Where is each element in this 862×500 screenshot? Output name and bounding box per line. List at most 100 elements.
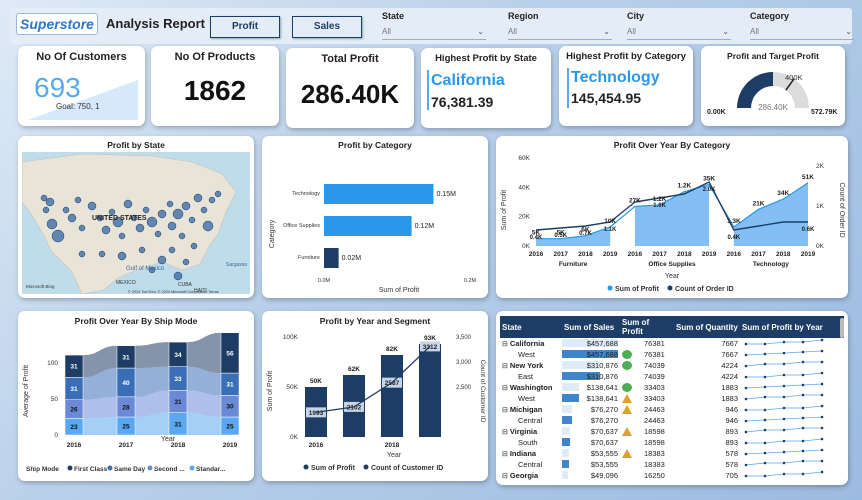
sparkline-point (801, 439, 805, 443)
profit-value: 18598 (644, 426, 665, 436)
top-state-name: California (431, 72, 505, 89)
sparkline-point (782, 439, 786, 443)
sparkline-point (782, 417, 786, 421)
gauge-center-label: 286.40K (758, 103, 788, 112)
trend-y2tick: 1K (816, 203, 825, 210)
trend-xtick: 2018 (677, 251, 692, 258)
quantity-cell: 7667 (721, 339, 738, 348)
category-value-label: 0.15M (437, 191, 457, 198)
sparkline-point (763, 428, 767, 432)
col-sales[interactable]: Sum of Sales (562, 316, 620, 338)
segment-xtick: 2018 (385, 442, 400, 449)
profit-value: 24463 (644, 415, 665, 425)
col-state[interactable]: State (500, 316, 562, 338)
segment-combo-chart[interactable]: Sum of Profit Count of Customer ID Year … (262, 325, 488, 481)
sparkline-cell (740, 404, 844, 415)
shipmode-legend-item: Same Day (114, 466, 145, 473)
sales-databar (562, 405, 572, 413)
sales-page-button[interactable]: Sales (292, 16, 362, 38)
col-profit[interactable]: Sum of Profit (620, 316, 674, 338)
collapse-icon[interactable]: ⊟ (502, 385, 510, 392)
state-filter-value: All (382, 27, 391, 36)
sparkline-point (801, 449, 805, 453)
profit-page-button[interactable]: Profit (210, 16, 280, 38)
sparkline-point (744, 463, 748, 467)
sales-cell: $53,555 (562, 448, 620, 459)
map-bubble (168, 246, 176, 254)
table-row[interactable]: ⊟ Indiana $53,555 18383 578 (500, 448, 844, 459)
shipmode-value: 31 (174, 399, 182, 406)
sparkline-point (763, 362, 767, 366)
table-row[interactable]: ⊟ New York $310,876 74039 4224 (500, 360, 844, 371)
map-bubble (46, 218, 58, 230)
trend-xtick: 2018 (578, 251, 593, 258)
category-trend-chart[interactable]: Sum of Profit Count of Order ID Year Sum… (496, 150, 848, 298)
trend-xtick: 2018 (776, 251, 791, 258)
sparkline-point (763, 474, 767, 478)
category-filter-select[interactable]: All ⌄ (750, 26, 854, 40)
table-row[interactable]: ⊟ Georgia $49,096 16250 705 (500, 470, 844, 480)
collapse-icon[interactable]: ⊟ (502, 341, 510, 348)
col-quantity[interactable]: Sum of Quantity (674, 316, 740, 338)
segment-bar-label: 82K (386, 346, 398, 353)
region-filter[interactable]: Region All ⌄ (508, 11, 612, 40)
trend-xtick: 2019 (603, 251, 618, 258)
chevron-down-icon: ⌄ (477, 27, 484, 36)
table-row[interactable]: West $138,641 33403 1883 (500, 393, 844, 404)
category-chart-xlabel: Sum of Profit (379, 287, 420, 294)
quantity-cell: 893 (725, 427, 738, 436)
quantity-cell: 578 (725, 460, 738, 469)
sparkline-point (744, 419, 748, 423)
table-row[interactable]: Central $76,270 24463 946 (500, 415, 844, 426)
state-name: West (518, 350, 535, 359)
category-bar-chart[interactable]: Category Sum of Profit 0.0M 0.2M Technol… (262, 150, 488, 296)
shipmode-ribbon-chart[interactable]: Average of Profit Year Ship Mode First C… (18, 325, 254, 481)
sparkline-point (744, 408, 748, 412)
table-row[interactable]: East $310,876 74039 4224 (500, 371, 844, 382)
profit-cell: 18598 (620, 426, 674, 437)
shipmode-ribbon (83, 417, 117, 435)
trend-area (733, 182, 808, 246)
segment-count-label: 3312 (423, 344, 438, 351)
table-row[interactable]: ⊟ Virginia $70,637 18598 893 (500, 426, 844, 437)
table-scrollbar[interactable] (840, 318, 844, 338)
map-bubble (188, 216, 196, 224)
customers-card: No Of Customers 693 Goal: 750, 1 (18, 46, 145, 126)
city-filter-select[interactable]: All ⌄ (627, 26, 731, 40)
segment-ytick: 50K (286, 384, 298, 391)
trend-ytick: 20K (518, 214, 530, 221)
col-profit-by-year[interactable]: Sum of Profit by Year (740, 316, 844, 338)
collapse-icon[interactable]: ⊟ (502, 429, 510, 436)
state-filter-select[interactable]: All ⌄ (382, 26, 486, 40)
table-row[interactable]: Central $53,555 18383 578 (500, 459, 844, 470)
collapse-icon[interactable]: ⊟ (502, 451, 510, 458)
category-trend-card: Profit Over Year By Category Sum of Prof… (496, 136, 848, 298)
profit-map[interactable]: UNITED STATES Gulf of Mexico MEXICO CUBA… (22, 152, 250, 294)
map-title: Profit by State (107, 140, 165, 150)
city-filter-label: City (627, 11, 645, 21)
region-filter-select[interactable]: All ⌄ (508, 26, 612, 40)
table-row[interactable]: ⊟ California $457,688 76381 7667 (500, 338, 844, 349)
top-category-title: Highest Profit by Category (566, 51, 686, 62)
collapse-icon[interactable]: ⊟ (502, 473, 510, 480)
profit-cell: 33403 (620, 393, 674, 404)
top-state-accent (427, 70, 429, 110)
map-bubble (42, 206, 50, 214)
sparkline-point (820, 415, 824, 419)
table-row[interactable]: West $457,688 76381 7667 (500, 349, 844, 360)
status-blank (622, 372, 632, 381)
table-row[interactable]: ⊟ Michigan $76,270 24463 946 (500, 404, 844, 415)
sparkline-point (763, 461, 767, 465)
quantity-cell: 4224 (721, 361, 738, 370)
shipmode-value: 33 (174, 376, 182, 383)
collapse-icon[interactable]: ⊟ (502, 407, 510, 414)
table-row[interactable]: South $70,637 18598 893 (500, 437, 844, 448)
city-filter[interactable]: City All ⌄ (627, 11, 731, 40)
category-filter[interactable]: Category All ⌄ (750, 11, 854, 40)
collapse-icon[interactable]: ⊟ (502, 363, 510, 370)
state-filter[interactable]: State All ⌄ (382, 11, 486, 40)
map-bubble (202, 220, 214, 232)
trend-ytick: 40K (518, 184, 530, 191)
table-row[interactable]: ⊟ Washington $138,641 33403 1883 (500, 382, 844, 393)
sparkline-point (744, 375, 748, 379)
